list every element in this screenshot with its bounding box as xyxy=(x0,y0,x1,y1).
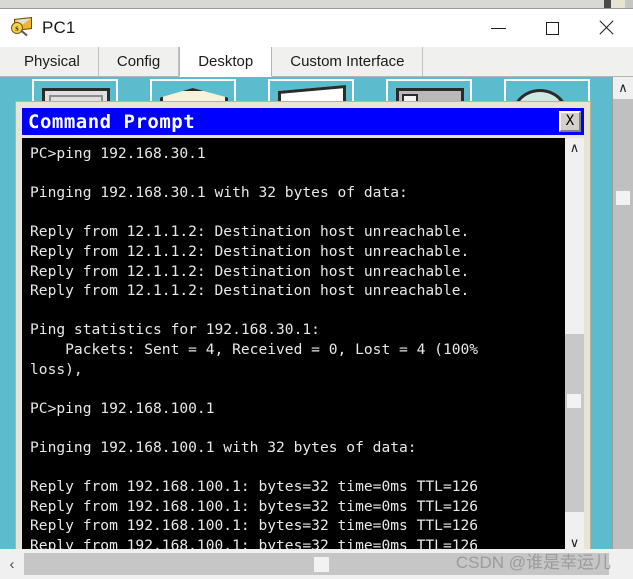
minimize-icon xyxy=(490,27,506,29)
tab-bar: Physical Config Desktop Custom Interface xyxy=(0,47,633,77)
command-prompt-window: Command Prompt X PC>ping 192.168.30.1 Pi… xyxy=(15,101,591,557)
pc1-device-window: s PC1 Physical Config Desktop Custom Int… xyxy=(0,9,633,579)
command-prompt-close-button[interactable]: X xyxy=(559,111,581,132)
bg-strip-segment xyxy=(604,0,611,8)
window-titlebar: s PC1 xyxy=(0,9,633,47)
tab-custom-interface[interactable]: Custom Interface xyxy=(272,47,424,76)
tab-desktop[interactable]: Desktop xyxy=(179,47,273,77)
pc-device-icon: s xyxy=(10,17,34,39)
horizontal-scroll-left-icon[interactable]: ‹ xyxy=(0,549,24,579)
scrollbar-corner xyxy=(609,549,633,579)
page-title: PC1 xyxy=(42,18,76,37)
desktop-scrollbar-grip xyxy=(616,191,630,205)
maximize-button[interactable] xyxy=(525,9,579,47)
window-controls xyxy=(471,9,633,47)
tab-physical[interactable]: Physical xyxy=(6,47,99,76)
close-button[interactable] xyxy=(579,9,633,47)
background-window-strip xyxy=(0,0,633,9)
terminal-scroll-up-icon[interactable]: ∧ xyxy=(565,138,584,157)
minimize-button[interactable] xyxy=(471,9,525,47)
terminal-scrollbar-grip xyxy=(567,394,581,408)
tab-config[interactable]: Config xyxy=(98,47,180,76)
desktop-scroll-up-icon[interactable]: ∧ xyxy=(613,77,633,99)
bg-strip-segment xyxy=(611,0,625,8)
desktop-vertical-scrollbar[interactable]: ∧ ∨ xyxy=(612,77,633,579)
desktop-horizontal-scrollbar[interactable]: ‹ xyxy=(0,549,633,579)
desktop-panel: Command Prompt X PC>ping 192.168.30.1 Pi… xyxy=(0,77,633,579)
terminal-scrollbar-thumb[interactable] xyxy=(565,334,584,512)
magnifier-handle xyxy=(20,29,28,37)
terminal-output[interactable]: PC>ping 192.168.30.1 Pinging 192.168.30.… xyxy=(22,138,564,552)
close-icon xyxy=(598,20,614,36)
command-prompt-titlebar[interactable]: Command Prompt X xyxy=(22,108,584,135)
horizontal-scrollbar-thumb[interactable] xyxy=(24,553,609,575)
tab-bar-filler xyxy=(423,47,633,76)
command-prompt-title: Command Prompt xyxy=(28,110,196,133)
terminal-vertical-scrollbar[interactable]: ∧ ∨ xyxy=(564,138,584,552)
maximize-icon xyxy=(545,21,559,35)
desktop-scrollbar-thumb[interactable] xyxy=(613,99,633,489)
command-prompt-body: PC>ping 192.168.30.1 Pinging 192.168.30.… xyxy=(22,138,584,552)
bg-strip-segment xyxy=(625,0,633,8)
horizontal-scrollbar-grip xyxy=(314,557,329,572)
